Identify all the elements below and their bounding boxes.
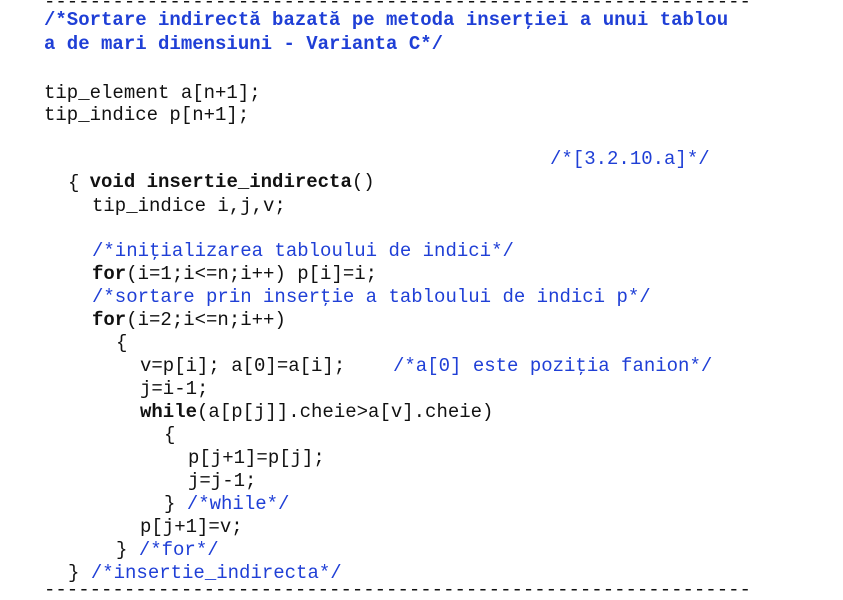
decl-line-1: tip_element a[n+1]; (44, 82, 261, 104)
bottom-rule: ----------------------------------------… (44, 584, 751, 596)
function-end-comment: /*insertie_indirecta*/ (90, 562, 342, 584)
assign-line: v=p[i]; a[0]=a[i]; (140, 355, 346, 377)
comment-fanion: /*a[0] este poziţia fanion*/ (393, 355, 713, 377)
for1-keyword: for (92, 263, 127, 285)
for2-keyword: for (92, 309, 127, 331)
for1-rest: (i=1;i<=n;i++) p[i]=i; (126, 263, 378, 285)
for2-rest: (i=2;i<=n;i++) (126, 309, 286, 331)
title-line-1: /*Sortare indirectă bazată pe metoda ins… (44, 9, 729, 31)
top-rule: ----------------------------------------… (44, 0, 751, 8)
close-brace: } (68, 562, 80, 584)
while-rest: (a[p[j]].cheie>a[v].cheie) (197, 401, 494, 423)
while-close: } /*while*/ (164, 493, 289, 516)
for-comment: /*for*/ (138, 539, 219, 561)
title-line-2: a de mari dimensiuni - Varianta C*/ (44, 33, 444, 55)
while-open-brace: { (164, 424, 176, 446)
code-document: ----------------------------------------… (0, 0, 843, 600)
place-line: p[j+1]=v; (140, 516, 243, 538)
comment-init: /*iniţializarea tabloului de indici*/ (92, 240, 514, 262)
decl-line-2: tip_indice p[n+1]; (44, 104, 250, 126)
while-comment: /*while*/ (186, 493, 290, 515)
for-open-brace: { (116, 332, 128, 354)
function-signature: void insertie_indirecta() (44, 148, 375, 193)
for-loop-2: for(i=2;i<=n;i++) (92, 309, 286, 332)
while-keyword: while (140, 401, 198, 423)
comment-sort: /*sortare prin inserţie a tabloului de i… (92, 286, 651, 308)
j-decrement: j=i-1; (140, 378, 209, 400)
body-decl: tip_indice i,j,v; (92, 195, 286, 217)
while-close-brace: } (164, 493, 176, 515)
function-params: () (351, 171, 375, 193)
function-close: } /*insertie_indirecta*/ (68, 562, 342, 585)
ref-comment: /*[3.2.10.a]*/ (550, 148, 710, 170)
shift-line: p[j+1]=p[j]; (188, 447, 325, 469)
for-close-brace: } (116, 539, 128, 561)
j-decrement-2: j=j-1; (188, 470, 257, 492)
for-loop-1: for(i=1;i<=n;i++) p[i]=i; (92, 263, 377, 286)
open-brace: { (68, 172, 80, 194)
for-close: } /*for*/ (116, 539, 219, 562)
void-keyword: void (89, 171, 136, 193)
function-name: insertie_indirecta (146, 171, 352, 193)
while-line: while(a[p[j]].cheie>a[v].cheie) (140, 401, 493, 424)
